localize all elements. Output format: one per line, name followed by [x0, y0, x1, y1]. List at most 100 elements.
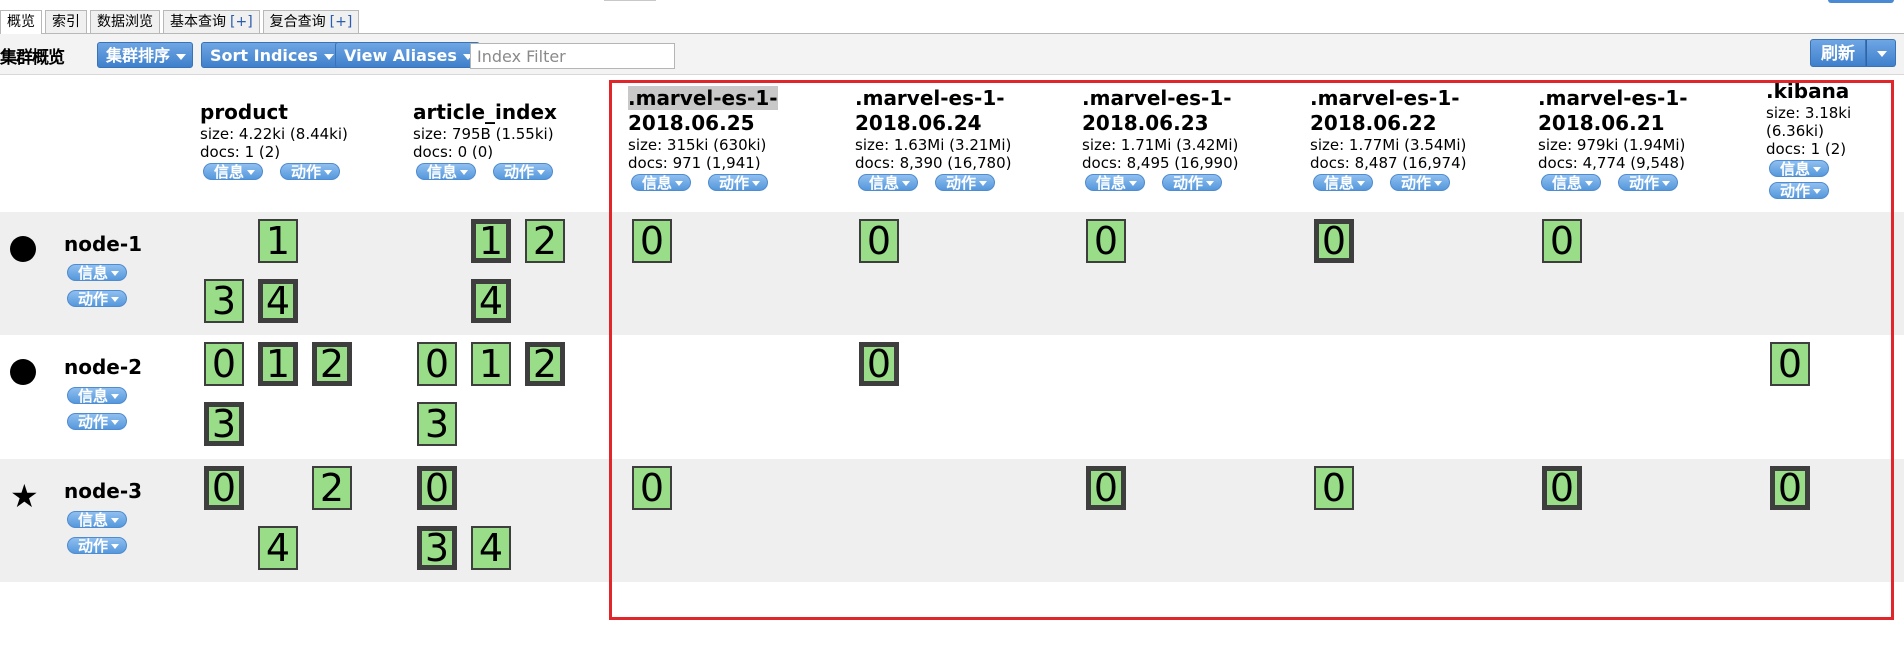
- index-info-button-label: 信息: [1552, 174, 1583, 192]
- star-icon: ★: [10, 477, 39, 515]
- shard-1[interactable]: 1: [471, 342, 511, 386]
- tab-3[interactable]: 基本查询 [+]: [163, 10, 260, 33]
- shard-0[interactable]: 0: [859, 342, 899, 386]
- shard-3[interactable]: 3: [204, 402, 244, 446]
- cluster-sort-button[interactable]: 集群排序: [97, 42, 194, 68]
- index-action-button[interactable]: 动作: [1162, 174, 1223, 192]
- view-aliases-button[interactable]: View Aliases: [335, 42, 480, 68]
- index-action-button[interactable]: 动作: [935, 174, 996, 192]
- refresh-options-button[interactable]: [1866, 39, 1896, 67]
- index-action-button[interactable]: 动作: [1769, 182, 1830, 200]
- node-action-button[interactable]: 动作: [67, 290, 128, 308]
- index-action-button[interactable]: 动作: [280, 163, 341, 181]
- index-action-button[interactable]: 动作: [493, 163, 554, 181]
- sort-indices-label: Sort Indices: [210, 46, 318, 65]
- top-corner-button[interactable]: [1828, 0, 1894, 3]
- index-info-button-label: 信息: [214, 163, 245, 181]
- shard-0[interactable]: 0: [632, 219, 672, 263]
- tab-label: 索引: [52, 14, 80, 30]
- shard-0[interactable]: 0: [1770, 342, 1810, 386]
- shard-0[interactable]: 0: [1542, 219, 1582, 263]
- shard-0[interactable]: 0: [859, 219, 899, 263]
- chevron-down-icon: [979, 181, 988, 186]
- index-name: .marvel-es-1-: [1082, 86, 1232, 110]
- shard-0[interactable]: 0: [417, 342, 457, 386]
- shard-0[interactable]: 0: [204, 466, 244, 510]
- index-info-button[interactable]: 信息: [1313, 174, 1374, 192]
- chevron-down-icon: [752, 181, 761, 186]
- index-info-button[interactable]: 信息: [1769, 160, 1830, 178]
- index-filter-input[interactable]: [470, 43, 675, 69]
- index-name: .marvel-es-1-: [1538, 86, 1688, 110]
- shard-2[interactable]: 2: [312, 466, 352, 510]
- shard-3[interactable]: 3: [204, 279, 244, 323]
- cluster-sort-label: 集群排序: [106, 46, 171, 65]
- tab-4[interactable]: 复合查询 [+]: [262, 10, 360, 33]
- index-action-button-label: 动作: [1629, 174, 1660, 192]
- add-tab-link[interactable]: [+]: [230, 14, 253, 30]
- shard-1[interactable]: 1: [471, 219, 511, 263]
- node-info-button-label: 信息: [78, 264, 109, 282]
- shard-3[interactable]: 3: [417, 402, 457, 446]
- tab-0[interactable]: 概览: [0, 10, 42, 34]
- shard-4[interactable]: 4: [258, 279, 298, 323]
- shard-0[interactable]: 0: [1086, 466, 1126, 510]
- sort-indices-button[interactable]: Sort Indices: [201, 42, 341, 68]
- index-info-button[interactable]: 信息: [631, 174, 692, 192]
- chevron-down-icon: [111, 544, 120, 549]
- chevron-down-icon: [176, 54, 187, 60]
- shard-1[interactable]: 1: [258, 219, 298, 263]
- node-info-button[interactable]: 信息: [67, 264, 128, 282]
- chevron-down-icon: [111, 518, 120, 523]
- index-action-button[interactable]: 动作: [1390, 174, 1451, 192]
- shard-0[interactable]: 0: [1086, 219, 1126, 263]
- shard-2[interactable]: 2: [525, 219, 565, 263]
- index-info-button[interactable]: 信息: [416, 163, 477, 181]
- shard-2[interactable]: 2: [525, 342, 565, 386]
- refresh-button[interactable]: 刷新: [1810, 39, 1866, 67]
- shard-0[interactable]: 0: [1542, 466, 1582, 510]
- top-divider: [604, 0, 656, 1]
- shard-2[interactable]: 2: [312, 342, 352, 386]
- shard-0[interactable]: 0: [1314, 466, 1354, 510]
- shard-0[interactable]: 0: [417, 466, 457, 510]
- index-info-button[interactable]: 信息: [1085, 174, 1146, 192]
- tab-label: 基本查询: [170, 14, 226, 30]
- page-title: 集群概览: [0, 48, 65, 68]
- index-header: product size: 4.22ki (8.44ki) docs: 1 (2) 信…: [200, 100, 420, 183]
- index-header: .marvel-es-1- 2018.06.21 size: 979ki (1.94…: [1538, 86, 1758, 194]
- shard-1[interactable]: 1: [258, 342, 298, 386]
- tab-1[interactable]: 索引: [45, 10, 87, 33]
- shard-0[interactable]: 0: [1314, 219, 1354, 263]
- index-action-button[interactable]: 动作: [708, 174, 769, 192]
- shard-4[interactable]: 4: [471, 279, 511, 323]
- node-action-button[interactable]: 动作: [67, 537, 128, 555]
- index-name: article_index: [413, 100, 557, 124]
- index-info-button-label: 信息: [1324, 174, 1355, 192]
- node-info-button[interactable]: 信息: [67, 387, 128, 405]
- shard-0[interactable]: 0: [632, 466, 672, 510]
- index-docs: docs: 971 (1,941): [628, 154, 761, 172]
- chevron-down-icon: [460, 170, 469, 175]
- shard-0[interactable]: 0: [204, 342, 244, 386]
- node-info-button[interactable]: 信息: [67, 511, 128, 529]
- chevron-down-icon: [324, 170, 333, 175]
- index-action-button[interactable]: 动作: [1618, 174, 1679, 192]
- index-docs: docs: 0 (0): [413, 143, 494, 161]
- index-info-button[interactable]: 信息: [203, 163, 264, 181]
- shard-4[interactable]: 4: [471, 526, 511, 570]
- add-tab-link[interactable]: [+]: [330, 14, 353, 30]
- chevron-down-icon: [675, 181, 684, 186]
- node-action-button[interactable]: 动作: [67, 413, 128, 431]
- chevron-down-icon: [1813, 189, 1822, 194]
- index-name-highlight: .marvel-es-1-: [628, 86, 778, 110]
- index-info-button-label: 信息: [1780, 160, 1811, 178]
- index-info-button[interactable]: 信息: [1541, 174, 1602, 192]
- tab-2[interactable]: 数据浏览: [90, 10, 160, 33]
- shard-0[interactable]: 0: [1770, 466, 1810, 510]
- index-info-button[interactable]: 信息: [858, 174, 919, 192]
- index-size: size: 1.71Mi (3.42Mi): [1082, 136, 1239, 154]
- shard-4[interactable]: 4: [258, 526, 298, 570]
- shard-3[interactable]: 3: [417, 526, 457, 570]
- index-name: .marvel-es-1-: [628, 86, 848, 111]
